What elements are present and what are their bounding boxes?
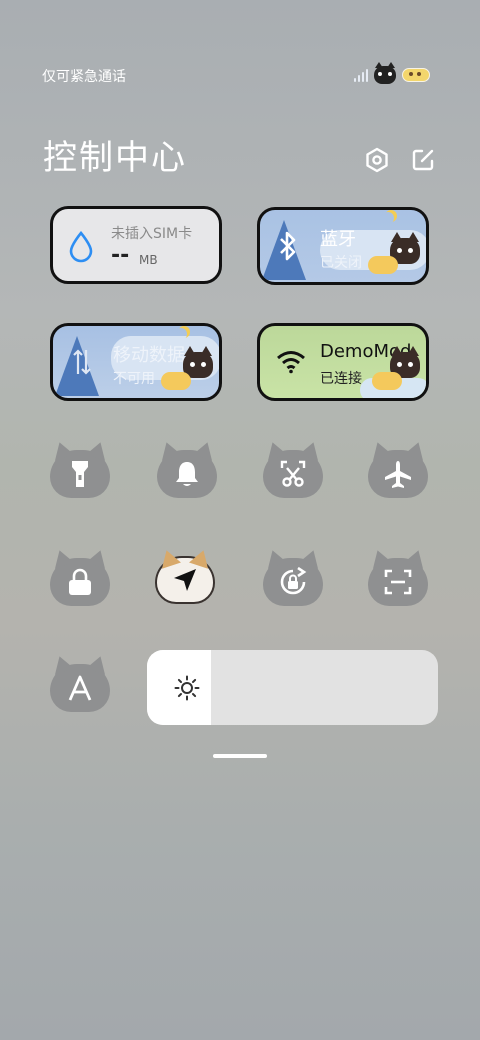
lock-icon xyxy=(69,568,91,595)
bell-icon xyxy=(176,462,198,486)
flashlight-toggle[interactable] xyxy=(50,450,110,498)
font-size-toggle[interactable] xyxy=(50,664,110,712)
screenshot-toggle[interactable] xyxy=(263,450,323,498)
status-icons xyxy=(354,62,430,86)
water-drop-icon xyxy=(69,231,93,263)
ringer-toggle[interactable] xyxy=(157,450,217,498)
lock-toggle[interactable] xyxy=(50,558,110,606)
scan-toggle[interactable] xyxy=(368,558,428,606)
scan-icon xyxy=(384,569,412,595)
brightness-slider[interactable] xyxy=(147,650,438,725)
edit-icon xyxy=(412,149,434,171)
edit-button[interactable] xyxy=(408,145,438,175)
bluetooth-status: 已关闭 xyxy=(320,255,362,271)
wifi-tile[interactable]: DemoMod 已连接 xyxy=(257,323,429,401)
data-usage-unit: MB xyxy=(139,253,158,267)
battery-icon xyxy=(402,68,430,82)
dog-decoration xyxy=(368,256,398,274)
signal-icon xyxy=(354,68,368,82)
mobile-data-tile[interactable]: 移动数据 不可用 xyxy=(50,323,222,401)
page-title: 控制中心 xyxy=(43,138,187,178)
flashlight-icon xyxy=(72,461,88,487)
settings-button[interactable] xyxy=(362,145,392,175)
gear-icon xyxy=(366,147,388,173)
rotation-lock-icon xyxy=(280,567,307,595)
wifi-status: 已连接 xyxy=(320,371,362,387)
moon-decoration xyxy=(382,212,394,224)
location-toggle[interactable] xyxy=(155,556,215,604)
data-arrows-icon xyxy=(73,349,91,375)
rotation-lock-toggle[interactable] xyxy=(263,558,323,606)
airplane-icon xyxy=(385,461,411,488)
wifi-cat-icon xyxy=(374,62,396,84)
data-usage-tile[interactable]: 未插入SIM卡 -- MB xyxy=(50,206,222,284)
airplane-toggle[interactable] xyxy=(368,450,428,498)
location-arrow-icon xyxy=(174,569,196,591)
bluetooth-label: 蓝牙 xyxy=(320,229,356,250)
panel-drag-handle[interactable] xyxy=(213,754,267,758)
scissors-icon xyxy=(280,460,306,487)
sim-label: 未插入SIM卡 xyxy=(111,226,193,242)
dog-decoration xyxy=(161,372,191,390)
mobile-data-status: 不可用 xyxy=(113,371,155,387)
font-a-icon xyxy=(68,675,92,701)
dog-decoration xyxy=(372,372,402,390)
data-usage-value: -- xyxy=(111,243,130,268)
sun-icon xyxy=(174,675,200,701)
wifi-icon xyxy=(277,351,305,374)
moon-decoration xyxy=(175,328,187,340)
status-text: 仅可紧急通话 xyxy=(42,69,126,85)
bluetooth-tile[interactable]: 蓝牙 已关闭 xyxy=(257,207,429,285)
mobile-data-label: 移动数据 xyxy=(113,345,185,366)
bluetooth-icon xyxy=(280,231,296,261)
